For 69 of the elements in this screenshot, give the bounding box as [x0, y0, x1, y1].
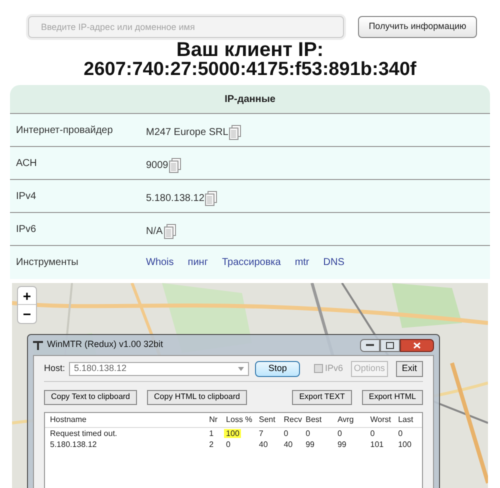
column-header[interactable]: Avrg [337, 414, 370, 426]
column-header[interactable]: Nr [209, 414, 226, 426]
row-value: 5.180.138.12 [146, 192, 204, 206]
copy-html-button[interactable]: Copy HTML to clipboard [147, 390, 247, 404]
table-cell: 0 [306, 429, 310, 438]
tool-link[interactable]: DNS [323, 255, 344, 270]
table-cell: 0 [370, 429, 375, 438]
export-text-button[interactable]: Export TEXT [292, 390, 352, 404]
table-cell: 99 [337, 440, 346, 449]
table-cell: 0 [226, 440, 230, 449]
export-html-button[interactable]: Export HTML [362, 390, 423, 404]
table-cell: 101 [370, 440, 384, 449]
column-header[interactable]: Worst [370, 414, 398, 426]
dropdown-icon[interactable] [238, 366, 244, 370]
copy-icon[interactable] [164, 224, 176, 238]
tool-link[interactable]: Трассировка [222, 255, 281, 270]
column-header[interactable]: Loss % [226, 414, 259, 426]
tool-link[interactable]: пинг [188, 255, 208, 270]
row-label: Инструменты [15, 256, 80, 270]
column-header[interactable]: Hostname [50, 414, 210, 426]
table-header: IP-данные [10, 85, 490, 114]
app-icon [33, 340, 43, 350]
zoom-in-button[interactable]: + [18, 287, 36, 305]
table-cell: 7 [258, 429, 264, 438]
window-title: WinMTR (Redux) v1.00 32bit [47, 338, 164, 352]
minimize-button[interactable] [360, 338, 380, 352]
row-label: АСН [15, 156, 38, 170]
tool-link[interactable]: mtr [294, 255, 310, 270]
copy-icon[interactable] [169, 158, 182, 172]
table-cell: 100 [224, 429, 242, 438]
row-value: N/A [146, 224, 163, 238]
copy-icon[interactable] [229, 124, 242, 140]
row-label: IPv6 [15, 222, 38, 236]
stop-button[interactable]: Stop [255, 360, 300, 376]
table-cell: 99 [306, 440, 315, 449]
close-icon [413, 342, 421, 348]
column-header[interactable]: Last [398, 414, 422, 426]
table-cell: 40 [284, 440, 293, 449]
table-cell: 0 [398, 429, 403, 438]
exit-button[interactable]: Exit [396, 360, 423, 376]
table-cell: 1 [209, 429, 214, 438]
table-cell: 100 [398, 440, 412, 449]
copy-text-button[interactable]: Copy Text to clipboard [44, 390, 138, 404]
column-header[interactable]: Sent [258, 414, 284, 426]
row-label: IPv4 [15, 190, 38, 204]
copy-icon[interactable] [205, 190, 218, 206]
host-field[interactable]: 5.180.138.12 [69, 362, 250, 376]
table-cell: 0 [337, 429, 342, 438]
table-cell: 40 [258, 440, 268, 449]
client-ip-address: 2607:740:27:5000:4175:f53:891b:340f [84, 60, 416, 79]
tool-link[interactable]: Whois [146, 255, 174, 270]
get-info-button[interactable]: Получить информацию [358, 16, 477, 38]
table-cell: Request timed out. [50, 429, 118, 438]
row-value: M247 Europe SRL [146, 126, 228, 140]
host-label: Host: [44, 362, 66, 375]
column-header[interactable]: Recv [284, 414, 306, 426]
maximize-icon [386, 342, 394, 348]
table-cell: 2 [209, 440, 214, 449]
table-cell: 0 [284, 429, 288, 438]
table-cell: 5.180.138.12 [50, 440, 97, 449]
search-field[interactable]: Введите IP-адрес или доменное имя [28, 16, 344, 38]
client-ip-heading: Ваш клиент IP: [176, 41, 324, 60]
zoom-out-button[interactable]: − [18, 305, 36, 323]
column-header[interactable]: Best [306, 414, 338, 426]
close-button[interactable] [400, 338, 434, 352]
row-value: 9009 [146, 158, 168, 172]
row-label: Интернет-провайдер [15, 124, 114, 138]
minimize-icon [366, 344, 374, 346]
maximize-button[interactable] [380, 338, 400, 352]
